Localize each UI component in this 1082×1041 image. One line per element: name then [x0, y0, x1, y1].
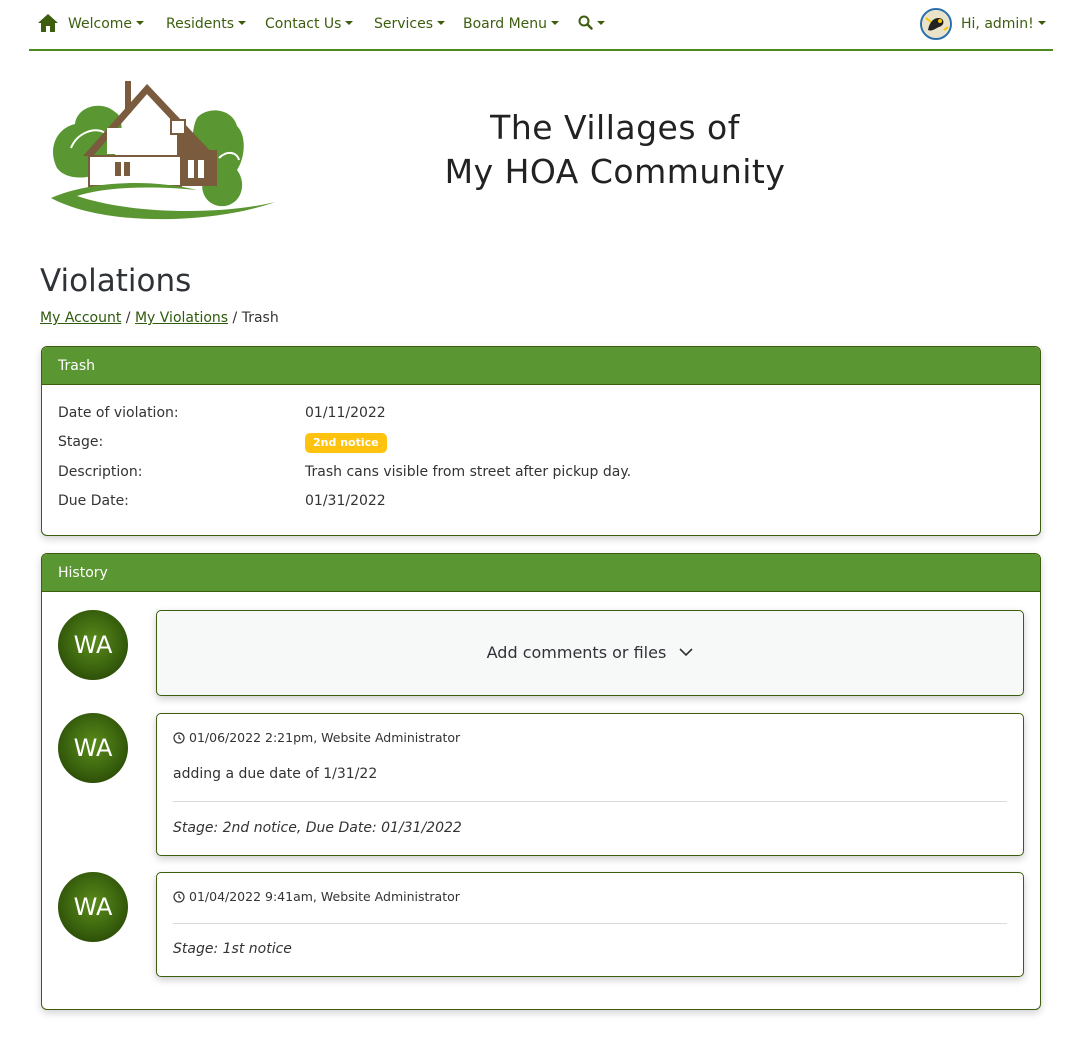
stage-badge: 2nd notice [305, 433, 387, 453]
history-entry: 01/06/2022 2:21pm, Website Administrator… [156, 713, 1024, 856]
history-divider [173, 801, 1007, 802]
history-entry-meta: 01/06/2022 2:21pm, Website Administrator [173, 729, 460, 747]
breadcrumb-separator: / [232, 310, 238, 326]
caret-down-icon [551, 21, 560, 25]
date-value: 01/11/2022 [305, 405, 386, 421]
search-icon [578, 15, 593, 30]
clock-icon [173, 891, 185, 903]
nav-search[interactable] [578, 14, 605, 34]
breadcrumb-separator: / [125, 310, 131, 326]
violation-card: Trash Date of violation: 01/11/2022 Stag… [41, 346, 1041, 536]
home-icon[interactable] [37, 13, 59, 33]
avatar: WA [58, 872, 128, 942]
add-comments-button[interactable]: Add comments or files [156, 610, 1024, 696]
nav-board-menu[interactable]: Board Menu [463, 14, 560, 34]
site-title-line1: The Villages of [490, 108, 740, 147]
clock-icon [173, 732, 185, 744]
site-title: The Villages of My HOA Community [400, 106, 830, 194]
caret-down-icon [1037, 21, 1046, 25]
site-title-line2: My HOA Community [444, 152, 786, 191]
caret-down-icon [136, 21, 145, 25]
nav-services[interactable]: Services [374, 14, 446, 34]
nav-board-menu-label: Board Menu [463, 16, 548, 32]
caret-down-icon [345, 21, 354, 25]
nav-services-label: Services [374, 16, 434, 32]
history-entry-meta-text: 01/06/2022 2:21pm, Website Administrator [189, 730, 461, 745]
history-card: History WA Add comments or files WA 01/0… [41, 553, 1041, 1010]
caret-down-icon [437, 21, 446, 25]
avatar: WA [58, 610, 128, 680]
top-nav: Welcome Residents Contact Us Services Bo… [29, 0, 1053, 51]
stage-label: Stage: [58, 434, 104, 450]
breadcrumb-my-account[interactable]: My Account [40, 310, 121, 326]
description-value: Trash cans visible from street after pic… [305, 464, 632, 480]
nav-welcome[interactable]: Welcome [68, 14, 145, 34]
description-label: Description: [58, 464, 143, 480]
history-entry: 01/04/2022 9:41am, Website Administrator… [156, 872, 1024, 977]
nav-contact-us[interactable]: Contact Us [265, 14, 354, 34]
date-label: Date of violation: [58, 405, 179, 421]
user-greeting: Hi, admin! [961, 16, 1034, 32]
nav-residents-label: Residents [166, 16, 235, 32]
caret-down-icon [238, 21, 247, 25]
history-divider [173, 923, 1007, 924]
user-avatar[interactable] [920, 8, 952, 40]
user-menu[interactable]: Hi, admin! [961, 14, 1046, 34]
add-comments-label: Add comments or files [157, 642, 1023, 664]
violation-card-header: Trash [42, 347, 1040, 385]
avatar: WA [58, 713, 128, 783]
nav-welcome-label: Welcome [68, 16, 133, 32]
history-entry-status: Stage: 2nd notice, Due Date: 01/31/2022 [173, 820, 462, 836]
stage-value: 2nd notice [305, 432, 387, 453]
nav-contact-us-label: Contact Us [265, 16, 342, 32]
history-entry-status: Stage: 1st notice [173, 941, 292, 957]
history-entry-meta: 01/04/2022 9:41am, Website Administrator [173, 888, 460, 906]
caret-down-icon [597, 21, 605, 25]
breadcrumb-current: Trash [241, 310, 279, 326]
breadcrumb: My Account / My Violations / Trash [40, 308, 279, 328]
hoa-logo[interactable] [47, 78, 279, 223]
add-comments-text: Add comments or files [486, 643, 667, 662]
chevron-down-icon [679, 648, 693, 657]
due-date-value: 01/31/2022 [305, 493, 386, 509]
due-date-label: Due Date: [58, 493, 129, 509]
page-title: Violations [40, 263, 192, 299]
breadcrumb-my-violations[interactable]: My Violations [135, 310, 228, 326]
nav-residents[interactable]: Residents [166, 14, 247, 34]
history-card-header: History [42, 554, 1040, 592]
history-entry-meta-text: 01/04/2022 9:41am, Website Administrator [189, 889, 460, 904]
history-entry-text: adding a due date of 1/31/22 [173, 766, 378, 782]
